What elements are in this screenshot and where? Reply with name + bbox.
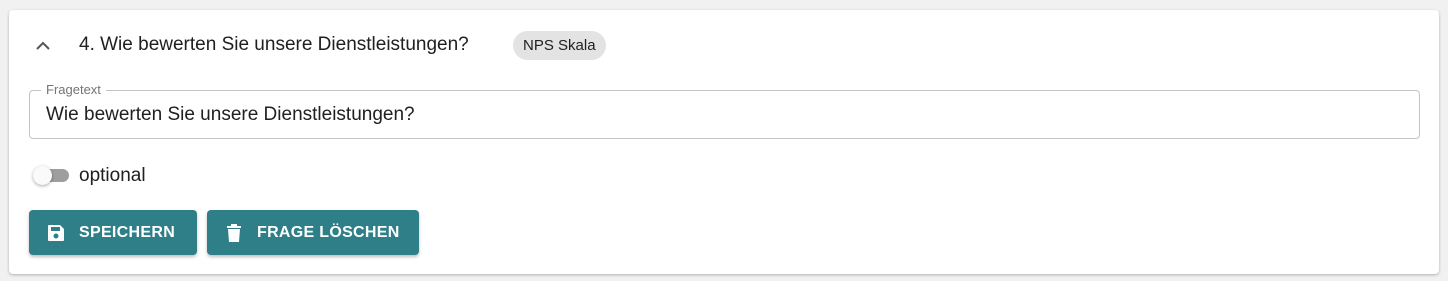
question-type-chip: NPS Skala	[513, 31, 606, 60]
question-text-label: Fragetext	[41, 82, 106, 98]
chevron-up-icon[interactable]	[29, 32, 57, 60]
question-text-field[interactable]: Fragetext	[29, 82, 1420, 139]
delete-question-button[interactable]: FRAGE LÖSCHEN	[207, 210, 419, 255]
trash-icon	[223, 222, 245, 244]
save-button[interactable]: SPEICHERN	[29, 210, 197, 255]
question-card: 4. Wie bewerten Sie unsere Dienstleistun…	[9, 10, 1439, 274]
delete-button-label: FRAGE LÖSCHEN	[257, 223, 400, 241]
question-title: 4. Wie bewerten Sie unsere Dienstleistun…	[79, 34, 469, 55]
save-button-label: SPEICHERN	[79, 223, 176, 241]
question-text-input[interactable]	[46, 103, 1396, 127]
optional-toggle[interactable]	[33, 166, 71, 186]
optional-toggle-label: optional	[79, 165, 146, 186]
floppy-disk-icon	[45, 222, 67, 244]
toggle-thumb	[33, 166, 52, 185]
